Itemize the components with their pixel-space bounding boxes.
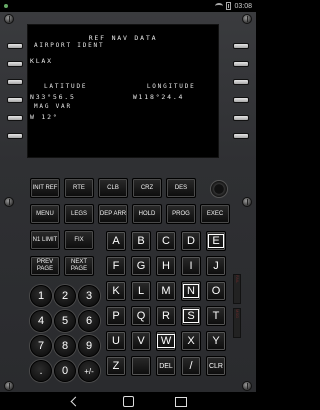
- legs-key[interactable]: LEGS: [64, 204, 94, 224]
- key-g[interactable]: G: [131, 256, 151, 276]
- lsk-3l[interactable]: [8, 80, 22, 84]
- key-1[interactable]: 1: [30, 285, 52, 307]
- key-2[interactable]: 2: [54, 285, 76, 307]
- screw-icon: [242, 381, 252, 391]
- key-v[interactable]: V: [131, 331, 151, 351]
- lsk-1r[interactable]: [234, 44, 248, 48]
- key-b[interactable]: B: [131, 231, 151, 251]
- lsk-4r[interactable]: [234, 98, 248, 102]
- key-m[interactable]: M: [156, 281, 176, 301]
- key-z[interactable]: Z: [106, 356, 126, 376]
- screw-icon: [4, 197, 14, 207]
- recent-apps-icon[interactable]: [173, 396, 187, 407]
- screw-icon: [4, 14, 14, 24]
- key-f[interactable]: F: [106, 256, 126, 276]
- lsk-5l[interactable]: [8, 116, 22, 120]
- key-l[interactable]: L: [131, 281, 151, 301]
- notification-icon: [4, 4, 8, 8]
- key-8[interactable]: 8: [54, 335, 76, 357]
- lsk-2l[interactable]: [8, 62, 22, 66]
- lsk-3r[interactable]: [234, 80, 248, 84]
- home-icon[interactable]: [121, 396, 135, 407]
- cdu-display: REF NAV DATA AIRPORT IDENT KLAX LATITUDE…: [27, 24, 219, 158]
- del-key[interactable]: DEL: [156, 356, 176, 376]
- key-j[interactable]: J: [206, 256, 226, 276]
- fix-key[interactable]: FIX: [64, 230, 94, 250]
- key-0[interactable]: 0: [54, 360, 76, 382]
- lat-lon-value: N33°56.5 W118°24.4: [30, 93, 185, 101]
- airport-ident-value: KLAX: [30, 57, 53, 65]
- status-bar: 03:08: [0, 0, 256, 12]
- brightness-knob[interactable]: [210, 180, 228, 198]
- n1-limit-key[interactable]: N1 LIMIT: [30, 230, 60, 250]
- menu-key[interactable]: MENU: [30, 204, 60, 224]
- key-4[interactable]: 4: [30, 310, 52, 332]
- msg-indicator: MSG: [233, 308, 241, 338]
- key-c[interactable]: C: [156, 231, 176, 251]
- rte-key[interactable]: RTE: [64, 178, 94, 198]
- key-i[interactable]: I: [181, 256, 201, 276]
- lsk-1l[interactable]: [8, 44, 22, 48]
- des-key[interactable]: DES: [166, 178, 196, 198]
- lsk-5r[interactable]: [234, 116, 248, 120]
- key-t[interactable]: T: [206, 306, 226, 326]
- screw-icon: [242, 197, 252, 207]
- screw-icon: [242, 14, 252, 24]
- lsk-2r[interactable]: [234, 62, 248, 66]
- key-u[interactable]: U: [106, 331, 126, 351]
- key-r[interactable]: R: [156, 306, 176, 326]
- next-page-key[interactable]: NEXT PAGE: [64, 256, 94, 276]
- key-y[interactable]: Y: [206, 331, 226, 351]
- status-icons: 03:08: [215, 2, 252, 10]
- key-h[interactable]: H: [156, 256, 176, 276]
- lsk-4l[interactable]: [8, 98, 22, 102]
- key-decimal[interactable]: .: [30, 360, 52, 382]
- exec-key[interactable]: EXEC: [200, 204, 230, 224]
- lat-lon-label: LATITUDE LONGITUDE: [44, 83, 196, 90]
- key-k[interactable]: K: [106, 281, 126, 301]
- key-9[interactable]: 9: [78, 335, 100, 357]
- lsk-6l[interactable]: [8, 134, 22, 138]
- key-3[interactable]: 3: [78, 285, 100, 307]
- battery-icon: [226, 2, 232, 10]
- airport-ident-label: AIRPORT IDENT: [34, 42, 105, 49]
- mag-var-label: MAG VAR: [34, 103, 72, 110]
- crz-key[interactable]: CRZ: [132, 178, 162, 198]
- page-title: REF NAV DATA: [88, 34, 158, 42]
- cdu-panel: REF NAV DATA AIRPORT IDENT KLAX LATITUDE…: [0, 12, 256, 392]
- dep-arr-key[interactable]: DEP ARR: [98, 204, 128, 224]
- key-o[interactable]: O: [206, 281, 226, 301]
- plus-minus-key[interactable]: +/-: [78, 360, 100, 382]
- init-ref-key[interactable]: INIT REF: [30, 178, 60, 198]
- mag-var-value: W 12°: [30, 113, 59, 121]
- slash-key[interactable]: /: [181, 356, 201, 376]
- key-p[interactable]: P: [106, 306, 126, 326]
- key-7[interactable]: 7: [30, 335, 52, 357]
- key-e[interactable]: E: [206, 231, 226, 251]
- navigation-bar: [0, 392, 256, 410]
- key-sp[interactable]: [131, 356, 151, 376]
- key-a[interactable]: A: [106, 231, 126, 251]
- clr-key[interactable]: CLR: [206, 356, 226, 376]
- fail-indicator: FAIL: [233, 274, 241, 304]
- prog-key[interactable]: PROG: [166, 204, 196, 224]
- clb-key[interactable]: CLB: [98, 178, 128, 198]
- key-x[interactable]: X: [181, 331, 201, 351]
- wifi-icon: [215, 3, 224, 9]
- key-5[interactable]: 5: [54, 310, 76, 332]
- back-icon[interactable]: [69, 396, 83, 406]
- prev-page-key[interactable]: PREV PAGE: [30, 256, 60, 276]
- hold-key[interactable]: HOLD: [132, 204, 162, 224]
- key-w[interactable]: W: [156, 331, 176, 351]
- key-d[interactable]: D: [181, 231, 201, 251]
- clock: 03:08: [234, 2, 252, 10]
- lsk-6r[interactable]: [234, 134, 248, 138]
- key-s[interactable]: S: [181, 306, 201, 326]
- key-q[interactable]: Q: [131, 306, 151, 326]
- screw-icon: [4, 381, 14, 391]
- key-6[interactable]: 6: [78, 310, 100, 332]
- key-n[interactable]: N: [181, 281, 201, 301]
